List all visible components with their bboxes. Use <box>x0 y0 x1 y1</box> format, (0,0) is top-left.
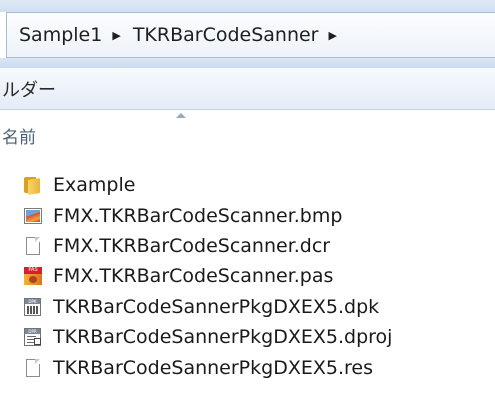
column-header-name[interactable]: 名前 <box>2 123 36 148</box>
list-item[interactable]: DPK TKRBarCodeSannerPkgDXEX5.dpk <box>0 292 495 322</box>
chevron-right-icon[interactable]: ▶ <box>112 29 120 42</box>
breadcrumb-item-sample1[interactable]: Sample1 <box>19 24 102 46</box>
file-name: TKRBarCodeSannerPkgDXEX5.dpk <box>53 295 380 318</box>
top-strip <box>0 0 495 12</box>
list-item[interactable]: DPR TKRBarCodeSannerPkgDXEX5.dproj <box>0 322 495 352</box>
breadcrumb-item-tkrbarcodesanner[interactable]: TKRBarCodeSanner <box>133 24 319 46</box>
list-item[interactable]: PAS FMX.TKRBarCodeScanner.pas <box>0 261 495 291</box>
folder-icon <box>22 175 44 196</box>
list-item[interactable]: TKRBarCodeSannerPkgDXEX5.res <box>0 352 495 382</box>
list-item[interactable]: FMX.TKRBarCodeScanner.dcr <box>0 231 495 261</box>
file-name: FMX.TKRBarCodeScanner.bmp <box>53 204 343 227</box>
sort-ascending-icon <box>176 113 186 118</box>
file-name: TKRBarCodeSannerPkgDXEX5.res <box>53 356 373 379</box>
dpk-file-icon: DPK <box>22 297 44 317</box>
dproj-file-icon: DPR <box>22 327 44 347</box>
chevron-right-icon[interactable]: ▶ <box>329 29 337 42</box>
folder-toolbar-label[interactable]: ルダー <box>2 76 56 102</box>
blank-file-icon <box>22 236 44 256</box>
file-name: FMX.TKRBarCodeScanner.pas <box>53 265 334 288</box>
column-header: 名前 <box>0 110 495 152</box>
explorer-window: Sample1 ▶ TKRBarCodeSanner ▶ ルダー 名前 Exam… <box>0 0 495 401</box>
breadcrumb[interactable]: Sample1 ▶ TKRBarCodeSanner ▶ <box>6 12 495 58</box>
file-name: TKRBarCodeSannerPkgDXEX5.dproj <box>53 326 393 349</box>
list-item[interactable]: Example <box>0 170 495 200</box>
file-list: Example FMX.TKRBarCodeScanner.bmp FMX.TK… <box>0 170 495 383</box>
blank-file-icon <box>22 358 44 378</box>
toolbar: ルダー <box>0 68 495 110</box>
list-item[interactable]: FMX.TKRBarCodeScanner.bmp <box>0 200 495 230</box>
pas-file-icon: PAS <box>22 266 44 286</box>
image-file-icon <box>22 206 44 226</box>
file-name: FMX.TKRBarCodeScanner.dcr <box>53 234 331 257</box>
file-name: Example <box>53 174 136 197</box>
divider-band <box>0 58 495 68</box>
